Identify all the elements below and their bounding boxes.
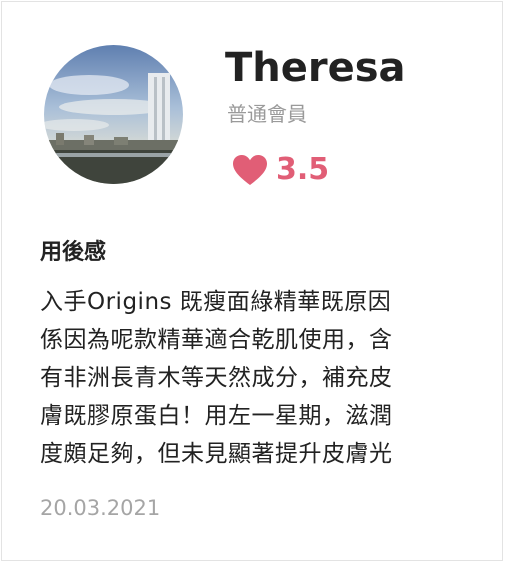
rating: 3.5 (232, 150, 329, 190)
heart-icon (233, 155, 267, 185)
review-line: 入手Origins 既瘦面綠精華既原因 (40, 289, 392, 315)
username[interactable]: Theresa (225, 42, 406, 94)
review-line: 有非洲長青木等天然成分，補充皮 (40, 365, 393, 391)
review-date: 20.03.2021 (40, 496, 161, 520)
review-text: 入手Origins 既瘦面綠精華既原因 係因為呢款精華適合乾肌使用，含 有非洲長… (40, 283, 470, 473)
review-line: 膚既膠原蛋白！用左一星期，滋潤 (40, 403, 393, 429)
review-line: 度頗足夠，但未見顯著提升皮膚光 (40, 441, 393, 467)
avatar[interactable] (44, 45, 183, 184)
membership-label: 普通會員 (227, 102, 307, 126)
rating-value: 3.5 (276, 152, 330, 187)
review-line: 係因為呢款精華適合乾肌使用，含 (40, 327, 393, 353)
review-card: Theresa 普通會員 3.5 用後感 入手Origins 既瘦面綠精華既原因… (1, 1, 503, 561)
review-heading: 用後感 (40, 240, 107, 265)
avatar-photo (44, 45, 183, 184)
